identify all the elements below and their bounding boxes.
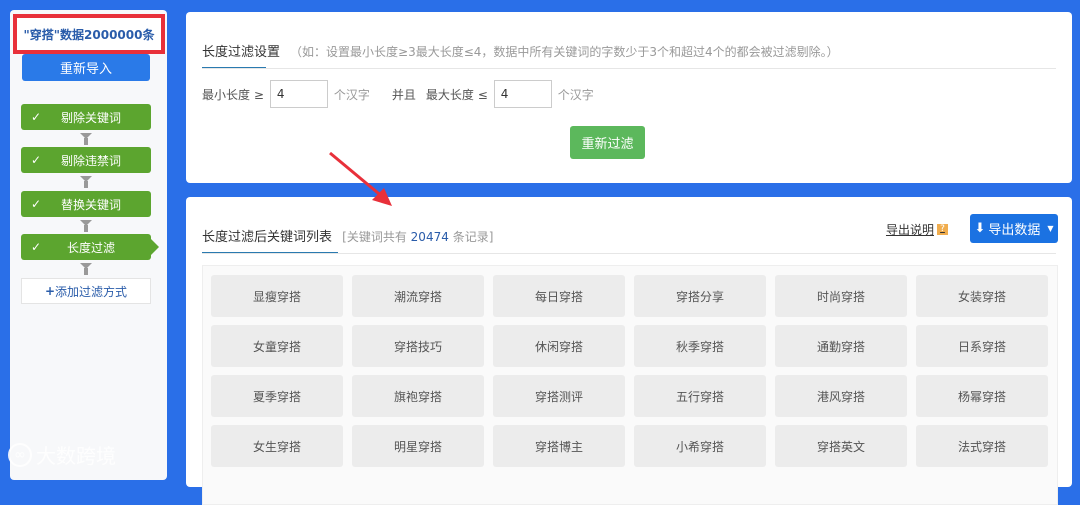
check-icon: ✓ bbox=[30, 240, 42, 254]
keyword-item[interactable]: 杨幂穿搭 bbox=[916, 375, 1048, 417]
keyword-item[interactable]: 秋季穿搭 bbox=[634, 325, 766, 367]
keyword-item[interactable]: 穿搭英文 bbox=[775, 425, 907, 467]
min-length-input[interactable]: 4 bbox=[269, 80, 328, 108]
watermark-logo-icon: ∞ bbox=[8, 442, 32, 467]
export-help-link[interactable]: 导出说明? bbox=[886, 221, 948, 238]
step-remove-keywords[interactable]: ✓ 剔除关键词 bbox=[21, 104, 151, 130]
settings-title: 长度过滤设置 （如：设置最小长度≥3最大长度≤4，数据中所有关键词的字数少于3个和… bbox=[202, 41, 839, 60]
step-replace-keywords[interactable]: ✓ 替换关键词 bbox=[21, 191, 151, 217]
add-filter-label: 添加过滤方式 bbox=[55, 284, 128, 299]
unit-label: 个汉字 bbox=[333, 87, 370, 102]
watermark-text: 大数跨境 bbox=[36, 444, 116, 468]
settings-title-text: 长度过滤设置 bbox=[202, 45, 281, 60]
keyword-item[interactable]: 日系穿搭 bbox=[916, 325, 1048, 367]
keyword-item[interactable]: 穿搭分享 bbox=[634, 275, 766, 317]
step-label: 剔除关键词 bbox=[60, 110, 121, 125]
refilter-button[interactable]: 重新过滤 bbox=[570, 126, 645, 159]
keyword-list-panel: 长度过滤后关键词列表 [关键词共有 20474 条记录] 导出说明? ⬇ 导出数据… bbox=[186, 197, 1072, 505]
plus-icon: + bbox=[44, 284, 56, 298]
export-data-button[interactable]: ⬇ 导出数据 ▼ bbox=[970, 214, 1058, 243]
length-row: 最小长度 ≥ 4 个汉字 并且 最大长度 ≤ 4 个汉字 bbox=[202, 80, 594, 108]
count-suffix: 条记录] bbox=[452, 230, 494, 244]
funnel-icon bbox=[80, 220, 92, 233]
keyword-item[interactable]: 旗袍穿搭 bbox=[352, 375, 484, 417]
check-icon: ✓ bbox=[30, 197, 42, 211]
unit-label: 个汉字 bbox=[557, 87, 594, 102]
reimport-button[interactable]: 重新导入 bbox=[22, 54, 150, 81]
keyword-item[interactable]: 夏季穿搭 bbox=[211, 375, 343, 417]
step-label: 替换关键词 bbox=[60, 197, 121, 212]
count-prefix: [关键词共有 bbox=[342, 230, 407, 244]
keyword-item[interactable]: 穿搭技巧 bbox=[352, 325, 484, 367]
step-label: 长度过滤 bbox=[66, 240, 115, 255]
data-title: "穿搭"数据2000000条 bbox=[13, 14, 165, 54]
funnel-icon bbox=[80, 133, 92, 146]
min-length-label: 最小长度 ≥ bbox=[202, 87, 264, 102]
keyword-item[interactable]: 法式穿搭 bbox=[916, 425, 1048, 467]
keyword-item[interactable]: 通勤穿搭 bbox=[775, 325, 907, 367]
keyword-grid: 显瘦穿搭 潮流穿搭 每日穿搭 穿搭分享 时尚穿搭 女装穿搭女童穿搭 穿搭技巧 休闲穿搭 秋季穿搭… bbox=[202, 265, 1058, 505]
keyword-item[interactable]: 穿搭测评 bbox=[493, 375, 625, 417]
divider bbox=[202, 68, 1056, 69]
keyword-item[interactable]: 显瘦穿搭 bbox=[211, 275, 343, 317]
funnel-icon bbox=[80, 263, 92, 276]
and-label: 并且 bbox=[391, 87, 416, 102]
max-length-input[interactable]: 4 bbox=[493, 80, 552, 108]
check-icon: ✓ bbox=[30, 110, 42, 124]
record-count: [关键词共有 20474 条记录] bbox=[342, 230, 493, 244]
keyword-item[interactable]: 时尚穿搭 bbox=[775, 275, 907, 317]
step-length-filter[interactable]: ✓ 长度过滤 bbox=[21, 234, 159, 260]
keyword-item[interactable]: 港风穿搭 bbox=[775, 375, 907, 417]
keyword-item[interactable]: 五行穿搭 bbox=[634, 375, 766, 417]
export-help-label: 导出说明 bbox=[885, 223, 934, 237]
step-label: 剔除违禁词 bbox=[60, 153, 121, 168]
list-title-text: 长度过滤后关键词列表 bbox=[202, 230, 333, 245]
keyword-item[interactable]: 穿搭博主 bbox=[493, 425, 625, 467]
download-icon: ⬇ bbox=[974, 221, 986, 236]
keyword-item[interactable]: 潮流穿搭 bbox=[352, 275, 484, 317]
watermark: ∞ 大数跨境 bbox=[8, 440, 116, 469]
help-icon: ? bbox=[937, 224, 948, 235]
caret-down-icon: ▼ bbox=[1047, 224, 1054, 233]
settings-hint: （如：设置最小长度≥3最大长度≤4，数据中所有关键词的字数少于3个和超过4个的都… bbox=[290, 45, 839, 59]
step-remove-banned[interactable]: ✓ 剔除违禁词 bbox=[21, 147, 151, 173]
divider bbox=[202, 253, 1056, 254]
check-icon: ✓ bbox=[30, 153, 42, 167]
keyword-item[interactable]: 每日穿搭 bbox=[493, 275, 625, 317]
export-label: 导出数据 bbox=[988, 223, 1041, 238]
keyword-item[interactable]: 女生穿搭 bbox=[211, 425, 343, 467]
keyword-item[interactable]: 女童穿搭 bbox=[211, 325, 343, 367]
keyword-item[interactable]: 明星穿搭 bbox=[352, 425, 484, 467]
sidebar: "穿搭"数据2000000条 重新导入 ✓ 剔除关键词 ✓ 剔除违禁词 ✓ 替换关键词… bbox=[10, 10, 167, 480]
count-value: 20474 bbox=[410, 230, 449, 244]
add-filter-button[interactable]: + 添加过滤方式 bbox=[21, 278, 151, 304]
funnel-icon bbox=[80, 176, 92, 189]
keyword-item[interactable]: 女装穿搭 bbox=[916, 275, 1048, 317]
list-title: 长度过滤后关键词列表 [关键词共有 20474 条记录] bbox=[202, 226, 493, 245]
length-filter-settings: 长度过滤设置 （如：设置最小长度≥3最大长度≤4，数据中所有关键词的字数少于3个和… bbox=[186, 12, 1072, 183]
keyword-item[interactable]: 小希穿搭 bbox=[634, 425, 766, 467]
keyword-item[interactable]: 休闲穿搭 bbox=[493, 325, 625, 367]
max-length-label: 最大长度 ≤ bbox=[425, 87, 488, 102]
